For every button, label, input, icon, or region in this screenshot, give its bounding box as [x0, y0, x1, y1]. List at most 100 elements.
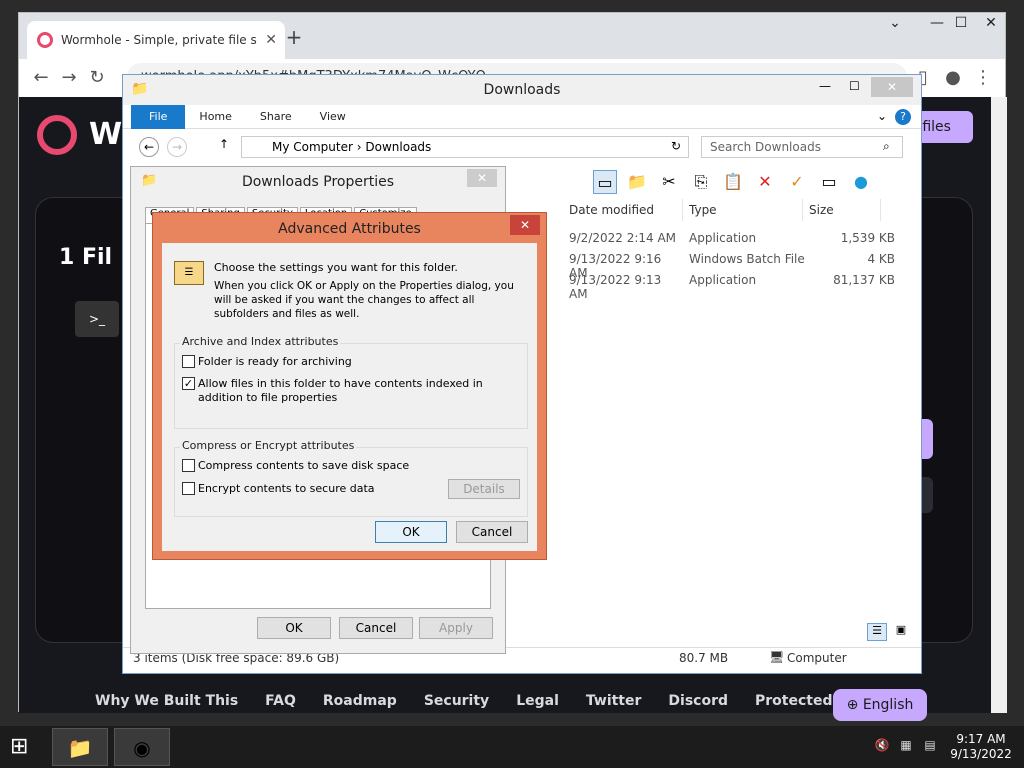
clipboard-icon[interactable]: 📋	[721, 170, 745, 194]
wormhole-logo-icon	[37, 115, 77, 155]
taskbar-clock[interactable]: 9:17 AM 9/13/2022	[944, 732, 1018, 762]
explorer-address-row: ← → ↑ My Computer › Downloads ↻ Search D…	[123, 129, 921, 165]
file-date: 9/2/2022 2:14 AM	[569, 231, 677, 245]
file-date: 9/13/2022 9:16 AM	[569, 252, 662, 280]
file-row[interactable]: 9/2/2022 2:14 AM Application 1,539 KB	[563, 231, 923, 252]
network-icon[interactable]: ▦	[898, 738, 914, 754]
reload-icon[interactable]: ↻	[83, 64, 111, 92]
page-scrollbar[interactable]	[991, 97, 1007, 713]
compress-label: Compress contents to save disk space	[198, 459, 410, 472]
compress-checkbox[interactable]	[182, 459, 195, 472]
details-view-icon[interactable]: ☰	[867, 623, 887, 641]
delete-icon[interactable]: ✕	[753, 170, 777, 194]
explorer-titlebar[interactable]: 📁 Downloads — ☐ ✕	[123, 75, 921, 105]
large-icons-view-icon[interactable]: ▣	[891, 623, 911, 641]
ribbon-tab-file[interactable]: File	[131, 105, 186, 129]
footer-link-legal[interactable]: Legal	[516, 693, 559, 709]
ribbon-tab-share[interactable]: Share	[246, 105, 306, 129]
footer-link-discord[interactable]: Discord	[668, 693, 728, 709]
advanced-intro-details: When you click OK or Apply on the Proper…	[214, 280, 514, 320]
explorer-minimize-button[interactable]: —	[819, 79, 839, 93]
back-arrow-icon[interactable]: ←	[27, 64, 55, 92]
rename-icon[interactable]: ▭	[817, 170, 841, 194]
profile-avatar-icon[interactable]: ●	[939, 64, 967, 92]
chrome-taskbar-icon[interactable]: ◉	[114, 728, 170, 766]
column-size[interactable]: Size	[803, 199, 881, 221]
index-label: Allow files in this folder to have conte…	[198, 377, 483, 404]
windows-start-icon[interactable]: ⊞	[10, 734, 38, 760]
file-type: Application	[689, 231, 757, 245]
advanced-close-button[interactable]: ✕	[510, 215, 540, 235]
column-headers: Date modified Type Size	[563, 199, 923, 221]
new-tab-button[interactable]: +	[281, 25, 307, 51]
ribbon-tabs: File Home Share View ⌄ ?	[123, 105, 921, 129]
chevron-down-icon[interactable]: ⌄	[873, 15, 917, 35]
tab-title: Wormhole - Simple, private file s	[61, 33, 257, 47]
copy-icon[interactable]: ⎘	[689, 170, 713, 194]
close-window-button[interactable]: ✕	[969, 15, 1013, 35]
archive-label: Folder is ready for archiving	[198, 355, 352, 368]
footer-link-why[interactable]: Why We Built This	[95, 693, 238, 709]
file-size: 81,137 KB	[833, 273, 895, 287]
footer-link-roadmap[interactable]: Roadmap	[323, 693, 397, 709]
explorer-address-bar[interactable]: My Computer › Downloads	[241, 136, 689, 158]
status-location: Computer	[787, 651, 847, 665]
tab-close-icon[interactable]: ✕	[265, 32, 277, 48]
card-title: 1 Fil	[59, 245, 113, 270]
refresh-icon[interactable]: ↻	[671, 139, 681, 153]
explorer-close-button[interactable]: ✕	[871, 77, 913, 97]
folder-options-icon[interactable]: 📁	[625, 170, 649, 194]
properties-ok-button[interactable]: OK	[257, 617, 331, 639]
file-row[interactable]: 9/13/2022 9:16 AM Windows Batch File 4 K…	[563, 252, 923, 280]
globe-icon: ⊕	[846, 697, 863, 713]
file-type: Application	[689, 273, 757, 287]
index-checkbox[interactable]: ✓	[182, 377, 195, 390]
advanced-titlebar[interactable]: Advanced Attributes	[153, 213, 546, 243]
footer-link-twitter[interactable]: Twitter	[586, 693, 642, 709]
ribbon-tab-home[interactable]: Home	[185, 105, 245, 129]
back-arrow-icon[interactable]: ←	[139, 137, 159, 157]
details-button[interactable]: Details	[448, 479, 520, 499]
up-arrow-icon[interactable]: ↑	[219, 137, 229, 151]
search-icon[interactable]: ⌕	[883, 139, 890, 154]
scissors-icon[interactable]: ✂	[657, 170, 681, 194]
preview-pane-icon[interactable]: ▭	[593, 170, 617, 194]
breadcrumb-my-computer[interactable]: My Computer	[272, 140, 353, 154]
properties-cancel-button[interactable]: Cancel	[339, 617, 413, 639]
folder-settings-icon: ☰	[174, 261, 204, 285]
globe-icon[interactable]: ●	[849, 170, 873, 194]
footer-link-security[interactable]: Security	[424, 693, 489, 709]
encrypt-checkbox[interactable]	[182, 482, 195, 495]
column-type[interactable]: Type	[683, 199, 803, 221]
properties-close-button[interactable]: ✕	[467, 169, 497, 187]
help-icon[interactable]: ?	[895, 109, 911, 125]
explorer-maximize-button[interactable]: ☐	[849, 79, 869, 93]
file-explorer-taskbar-icon[interactable]: 📁	[52, 728, 108, 766]
status-size: 80.7 MB	[679, 651, 729, 665]
advanced-cancel-button[interactable]: Cancel	[456, 521, 528, 543]
language-button[interactable]: ⊕ English	[833, 689, 927, 721]
checkmark-icon[interactable]: ✓	[785, 170, 809, 194]
clock-time: 9:17 AM	[956, 732, 1006, 746]
properties-apply-button[interactable]: Apply	[419, 617, 493, 639]
browser-tab[interactable]: Wormhole - Simple, private file s ✕	[27, 21, 285, 59]
footer-link-faq[interactable]: FAQ	[265, 693, 296, 709]
file-row[interactable]: 9/13/2022 9:13 AM Application 81,137 KB	[563, 273, 923, 301]
ribbon-tab-view[interactable]: View	[306, 105, 360, 129]
notification-icon[interactable]: ▤	[922, 738, 938, 754]
column-date-modified[interactable]: Date modified	[563, 199, 683, 221]
archive-checkbox[interactable]	[182, 355, 195, 368]
language-label: English	[862, 697, 914, 713]
menu-kebab-icon[interactable]: ⋮	[969, 64, 997, 92]
properties-title: Downloads Properties	[241, 174, 395, 190]
ribbon-expand-icon[interactable]: ⌄	[877, 109, 887, 123]
forward-arrow-icon[interactable]: →	[167, 137, 187, 157]
speaker-muted-icon[interactable]: 🔇	[874, 738, 890, 754]
forward-arrow-icon[interactable]: →	[55, 64, 83, 92]
terminal-icon: >_	[75, 301, 119, 337]
breadcrumb-downloads[interactable]: Downloads	[365, 140, 431, 154]
properties-titlebar[interactable]: 📁 Downloads Properties ✕	[131, 167, 505, 197]
search-downloads-input[interactable]: Search Downloads	[701, 136, 903, 158]
advanced-ok-button[interactable]: OK	[375, 521, 447, 543]
file-type: Windows Batch File	[689, 252, 805, 266]
